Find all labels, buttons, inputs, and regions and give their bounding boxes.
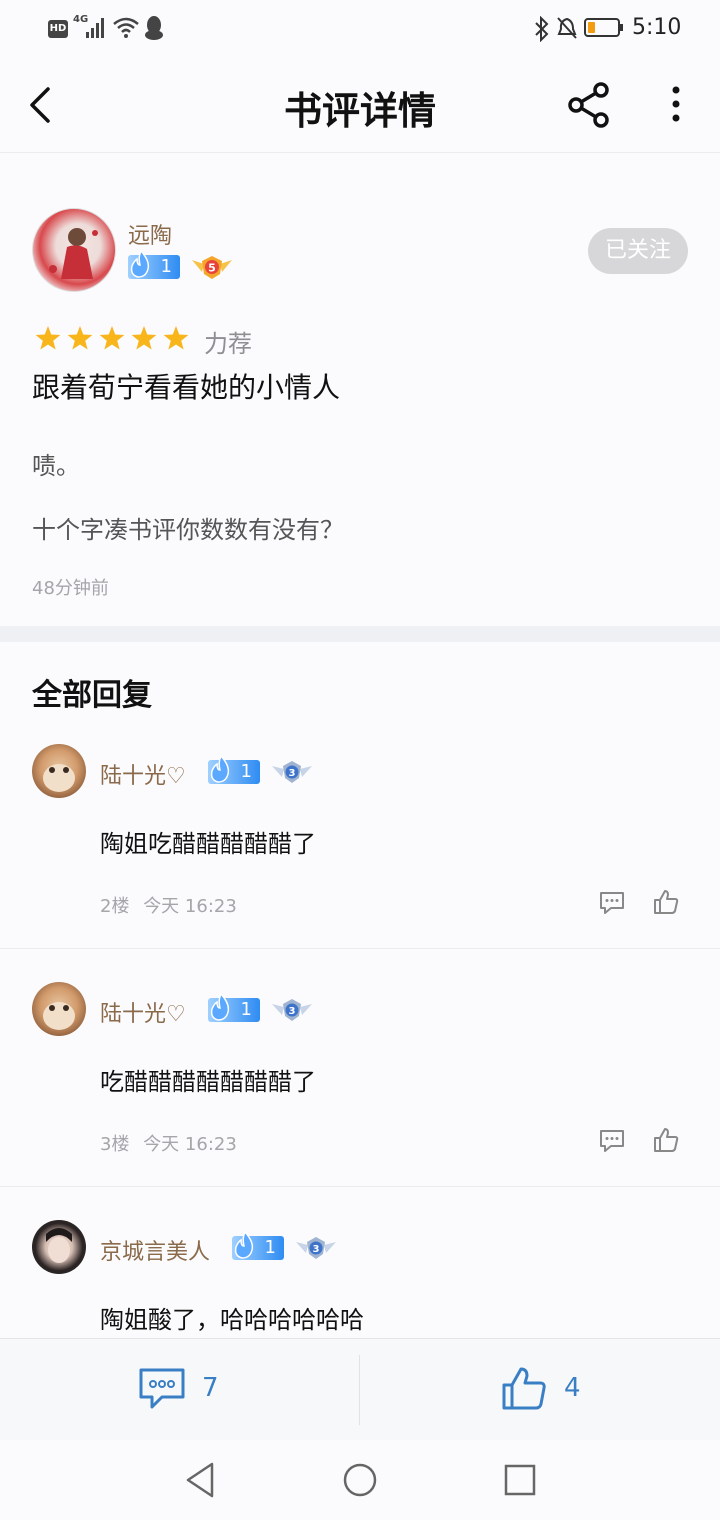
rank-3-badge-icon: 3 [272, 761, 312, 783]
level-badge: 1 [208, 992, 260, 1022]
reply-like-icon[interactable] [652, 888, 680, 916]
qq-icon [145, 16, 163, 40]
star-icon [67, 326, 93, 350]
recommend-label: 力荐 [204, 330, 252, 358]
level-badge: 1 [208, 754, 260, 784]
flame-icon [234, 1230, 254, 1259]
wifi-icon [113, 17, 139, 38]
reply-author[interactable]: 京城言美人 [100, 1234, 210, 1266]
header: 书评详情 [0, 58, 720, 153]
reply-floor: 3楼 [100, 1134, 130, 1155]
level-number: 1 [240, 999, 252, 1020]
reply-meta: 2楼 今天 16:23 [100, 892, 237, 918]
comment-count: 7 [202, 1373, 219, 1403]
cat-face [43, 1002, 75, 1030]
more-icon[interactable] [664, 82, 688, 126]
portrait [46, 1228, 72, 1263]
bottom-action-bar: 7 4 [0, 1338, 720, 1441]
reply-comment-icon[interactable] [598, 890, 626, 916]
reply-floor: 2楼 [100, 896, 130, 917]
clock: 5:10 [632, 15, 682, 40]
level-badge: 1 [232, 1230, 284, 1260]
hd-text: HD [49, 23, 67, 34]
level-number: 1 [160, 256, 172, 277]
flame-icon [210, 754, 230, 783]
reply-author[interactable]: 陆十光♡ [100, 996, 186, 1028]
review-title: 跟着荀宁看看她的小情人 [32, 371, 341, 404]
reply-avatar[interactable] [32, 982, 86, 1036]
comment-button[interactable]: 7 [120, 1353, 240, 1425]
rating-stars [34, 324, 194, 354]
status-bar: HD 4G 5:10 [0, 0, 720, 58]
like-button[interactable]: 4 [490, 1353, 610, 1425]
reply-author[interactable]: 陆十光♡ [100, 758, 186, 790]
system-nav-bar [0, 1440, 720, 1520]
reply-content: 陶姐酸了，哈哈哈哈哈哈 [100, 1306, 364, 1334]
level-number: 1 [264, 1237, 276, 1258]
avatar-figure [49, 228, 98, 279]
mute-icon [557, 17, 577, 39]
hd-icon: HD [48, 20, 68, 38]
flame-icon [130, 249, 150, 278]
reply-comment-icon[interactable] [598, 1128, 626, 1154]
rank-number: 3 [313, 1244, 320, 1255]
rank-3-badge-icon: 3 [272, 999, 312, 1021]
rank-number: 3 [289, 1006, 296, 1017]
share-icon[interactable] [564, 80, 614, 130]
level-badge: 1 [128, 249, 180, 279]
reply-time: 今天 16:23 [143, 896, 237, 917]
flame-icon [210, 992, 230, 1021]
reply-avatar[interactable] [32, 1220, 86, 1274]
reply-content: 吃醋醋醋醋醋醋醋了 [100, 1068, 316, 1096]
star-icon [163, 326, 189, 350]
cat-face [43, 764, 75, 792]
bottom-bar-divider [359, 1355, 360, 1425]
reply-time: 今天 16:23 [143, 1134, 237, 1155]
rank-5-badge-icon: 5 [192, 256, 232, 279]
reply-divider [0, 1186, 720, 1187]
author-avatar[interactable] [32, 208, 116, 292]
review-time: 48分钟前 [32, 578, 109, 599]
review-paragraph: 啧。 [32, 452, 80, 480]
rank-number: 5 [208, 262, 216, 275]
star-icon [35, 326, 61, 350]
battery-icon [584, 18, 623, 37]
star-icon [99, 326, 125, 350]
follow-button[interactable]: 已关注 [588, 228, 688, 274]
rank-3-badge-icon: 3 [296, 1237, 336, 1259]
reply-like-icon[interactable] [652, 1126, 680, 1154]
section-divider [0, 626, 720, 642]
like-icon [502, 1367, 546, 1410]
signal-icon [86, 18, 104, 38]
nav-recent-icon[interactable] [502, 1462, 538, 1498]
like-count: 4 [564, 1373, 581, 1403]
reply-content: 陶姐吃醋醋醋醋醋了 [100, 830, 316, 858]
reply-avatar[interactable] [32, 744, 86, 798]
level-number: 1 [240, 761, 252, 782]
review-paragraph: 十个字凑书评你数数有没有？ [32, 516, 344, 544]
rank-number: 3 [289, 768, 296, 779]
reply-divider [0, 948, 720, 949]
nav-back-icon[interactable] [182, 1460, 218, 1500]
star-icon [131, 326, 157, 350]
replies-heading: 全部回复 [32, 678, 152, 713]
nav-home-icon[interactable] [340, 1460, 380, 1500]
comment-icon [139, 1368, 185, 1409]
reply-meta: 3楼 今天 16:23 [100, 1130, 237, 1156]
stars-row [35, 326, 189, 350]
bluetooth-icon [535, 16, 549, 42]
author-name[interactable]: 远陶 [128, 218, 172, 250]
